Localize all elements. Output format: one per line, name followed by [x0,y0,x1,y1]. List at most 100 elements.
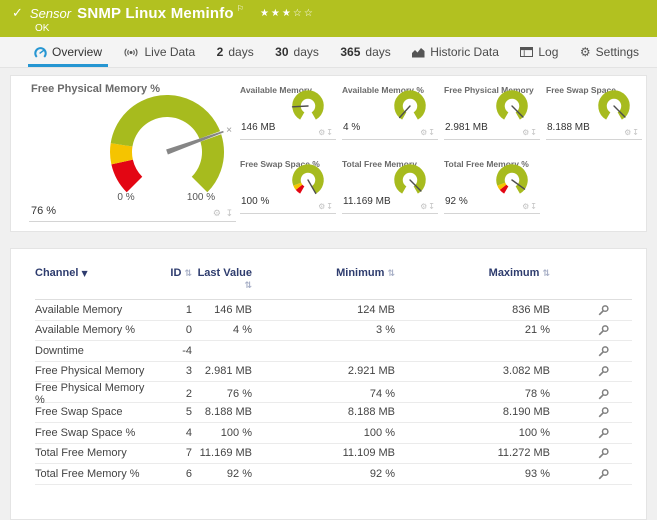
channel-settings-icon[interactable] [598,365,610,377]
log-icon [520,47,534,57]
table-row-downtime[interactable]: Downtime -4 [35,341,632,362]
tab-number: 30 [275,45,289,59]
table-row-free-physical-memory[interactable]: Free Physical Memory 3 2.981 MB 2.921 MB 3.0… [35,362,632,382]
gauge-tile-available-memory[interactable]: Available Memory % 4 % ⚙↧ [342,83,438,140]
channel-settings-icon[interactable] [598,388,610,400]
gauge-tile-free-swap-space[interactable]: Free Swap Space % 100 % ⚙↧ [240,157,336,214]
column-header-id[interactable]: ID ⇅ [155,267,192,279]
gauge-tile-free-physical-memory-pct[interactable]: Free Physical Memory % 0 % 100 % 76 % ⚙ … [29,82,236,222]
gauge-pin-icon[interactable]: ↧ [225,209,234,219]
cell-minimum: 2.921 MB [347,365,395,378]
cell-id: 6 [185,467,192,480]
channel-settings-icon[interactable] [598,304,610,316]
tab-label: Settings [595,45,639,59]
table-row-total-free-memory[interactable]: Total Free Memory % 6 92 % 92 % 93 % [35,464,632,485]
channel-settings-icon[interactable] [598,345,610,357]
tab-label: days [365,45,391,59]
gauge-value: 100 % [241,196,270,207]
column-header-channel[interactable]: Channel ▼ [35,267,155,279]
tab-bar: Overview Live Data 2 days 30 days 365 days Histo… [0,37,657,68]
channel-settings-icon[interactable] [598,324,610,336]
cell-maximum: 11.272 MB [497,447,550,460]
table-row-available-memory[interactable]: Available Memory % 0 4 % 3 % 21 % [35,321,632,341]
sensor-kind-label: Sensor [29,5,72,21]
gauge-pin-icon[interactable]: ↧ [530,128,538,137]
gauge-pin-icon[interactable]: ↧ [632,128,640,137]
small-gauge [292,164,324,195]
table-row-free-physical-memory[interactable]: Free Physical Memory % 2 76 % 74 % 78 % [35,382,632,406]
gauge-value: 11.169 MB [343,196,391,207]
gauge-pin-icon[interactable]: ↧ [428,128,436,137]
gauge-min-label: 0 % [117,192,135,203]
small-gauge [496,164,528,194]
gauge-tile-total-free-memory[interactable]: Total Free Memory 11.169 MB ⚙↧ [342,157,438,214]
tab-live-data[interactable]: Live Data [117,37,201,67]
priority-stars[interactable]: ★★★☆☆ [260,8,315,19]
cell-maximum: 21 % [524,324,550,337]
gauge-value: 146 MB [241,122,276,133]
cell-last-value: 76 % [226,388,252,400]
cell-channel: Total Free Memory [35,447,127,460]
tab-settings[interactable]: ⚙ Settings [574,37,645,67]
small-gauge [496,90,528,120]
sort-icon: ⇅ [244,281,252,291]
tab-overview[interactable]: Overview [28,37,108,67]
tab-historic-data[interactable]: Historic Data [406,37,505,67]
cell-maximum: 8.190 MB [502,406,550,419]
cell-id: 2 [185,388,192,400]
cell-id: 0 [185,324,192,337]
small-gauge [598,90,630,120]
gauge-settings-icon[interactable]: ⚙ [213,209,222,219]
cell-last-value: 8.188 MB [204,406,252,419]
cell-minimum: 74 % [369,388,395,400]
cell-maximum: 78 % [524,388,550,400]
cell-channel: Downtime [35,344,84,357]
gauge-tile-free-swap-space[interactable]: Free Swap Space 8.188 MB ⚙↧ [546,83,642,140]
sort-icon: ⇅ [387,269,395,279]
table-row-available-memory[interactable]: Available Memory 1 146 MB 124 MB 836 MB [35,300,632,321]
channel-settings-icon[interactable] [598,427,610,439]
historic-data-icon [412,47,425,57]
gauge-value: 92 % [445,196,468,207]
gauge-pin-icon[interactable]: ↧ [530,202,538,211]
tab-log[interactable]: Log [514,37,564,67]
cell-maximum: 93 % [524,467,550,480]
gauge-pin-icon[interactable]: ↧ [428,202,436,211]
small-gauge [291,90,324,120]
flag-icon[interactable]: ⚐ [237,4,244,13]
table-row-free-swap-space[interactable]: Free Swap Space % 4 100 % 100 % 100 % [35,423,632,444]
tab-30-days[interactable]: 30 days [269,37,325,67]
tab-2-days[interactable]: 2 days [211,37,260,67]
column-header-last-value[interactable]: Last Value ⇅ [192,267,252,291]
tab-365-days[interactable]: 365 days [334,37,396,67]
cell-id: 1 [185,303,192,316]
channel-settings-icon[interactable] [598,468,610,480]
gauge-pin-icon[interactable]: ↧ [326,202,334,211]
cell-last-value: 4 % [233,324,252,337]
overview-gauge-icon [34,46,47,58]
gauge-tile-free-physical-memory[interactable]: Free Physical Memory 2.981 MB ⚙↧ [444,83,540,140]
cell-channel: Available Memory [35,303,123,316]
gauge-tile-available-memory[interactable]: Available Memory 146 MB ⚙↧ [240,83,336,140]
small-gauge [394,164,426,194]
gauge-tile-total-free-memory[interactable]: Total Free Memory % 92 % ⚙↧ [444,157,540,214]
cell-channel: Free Swap Space % [35,426,136,439]
small-gauges-grid: Available Memory 146 MB ⚙↧ Available Memory… [240,83,642,214]
cell-last-value: 2.981 MB [204,365,252,378]
table-header-row: Channel ▼ ID ⇅ Last Value ⇅ Minimum ⇅ Maximu… [35,261,632,300]
table-row-free-swap-space[interactable]: Free Swap Space 5 8.188 MB 8.188 MB 8.190 MB [35,403,632,423]
cell-minimum: 3 % [376,324,395,337]
gauge-value: 8.188 MB [547,122,590,133]
column-header-maximum[interactable]: Maximum ⇅ [395,267,550,279]
gauge-pin-icon[interactable]: ↧ [326,128,334,137]
cell-last-value: 92 % [226,467,252,480]
tab-number: 365 [340,45,361,59]
cell-last-value: 11.169 MB [199,447,252,460]
channel-settings-icon[interactable] [598,447,610,459]
channel-settings-icon[interactable] [598,406,610,418]
column-header-minimum[interactable]: Minimum ⇅ [252,267,395,279]
cell-minimum: 92 % [369,467,395,480]
live-data-icon [124,47,138,57]
cell-id: 3 [185,365,192,378]
table-row-total-free-memory[interactable]: Total Free Memory 7 11.169 MB 11.109 MB 11.2… [35,444,632,464]
